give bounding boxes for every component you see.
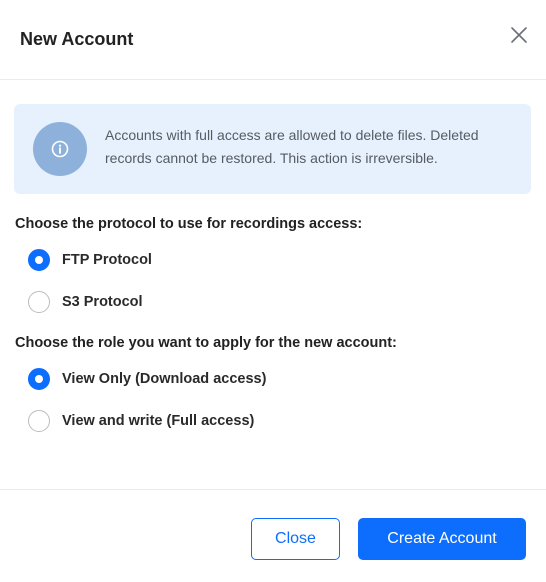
protocol-section-label: Choose the protocol to use for recording…: [15, 216, 363, 232]
info-message: Accounts with full access are allowed to…: [105, 127, 479, 166]
dialog-footer: Close Create Account: [0, 489, 546, 582]
radio-view-only[interactable]: View Only (Download access): [28, 367, 266, 391]
new-account-dialog: New Account Accounts with full access ar…: [0, 0, 546, 582]
radio-button-unchecked[interactable]: [28, 410, 50, 432]
close-button[interactable]: Close: [251, 518, 340, 560]
close-icon[interactable]: [510, 26, 528, 44]
radio-button-unchecked[interactable]: [28, 291, 50, 313]
radio-label: FTP Protocol: [62, 252, 152, 268]
dialog-title: New Account: [20, 29, 134, 49]
info-alert: Accounts with full access are allowed to…: [14, 104, 531, 194]
role-section-label: Choose the role you want to apply for th…: [15, 335, 397, 351]
radio-label: S3 Protocol: [62, 294, 143, 310]
radio-label: View and write (Full access): [62, 413, 255, 429]
radio-view-and-write[interactable]: View and write (Full access): [28, 409, 254, 433]
dialog-header: New Account: [0, 0, 546, 80]
radio-s3-protocol[interactable]: S3 Protocol: [28, 290, 143, 314]
radio-ftp-protocol[interactable]: FTP Protocol: [28, 248, 152, 272]
radio-button-checked[interactable]: [28, 249, 50, 271]
radio-label: View Only (Download access): [62, 371, 267, 387]
create-account-button[interactable]: Create Account: [358, 518, 526, 560]
radio-button-checked[interactable]: [28, 368, 50, 390]
info-icon: [33, 122, 87, 176]
